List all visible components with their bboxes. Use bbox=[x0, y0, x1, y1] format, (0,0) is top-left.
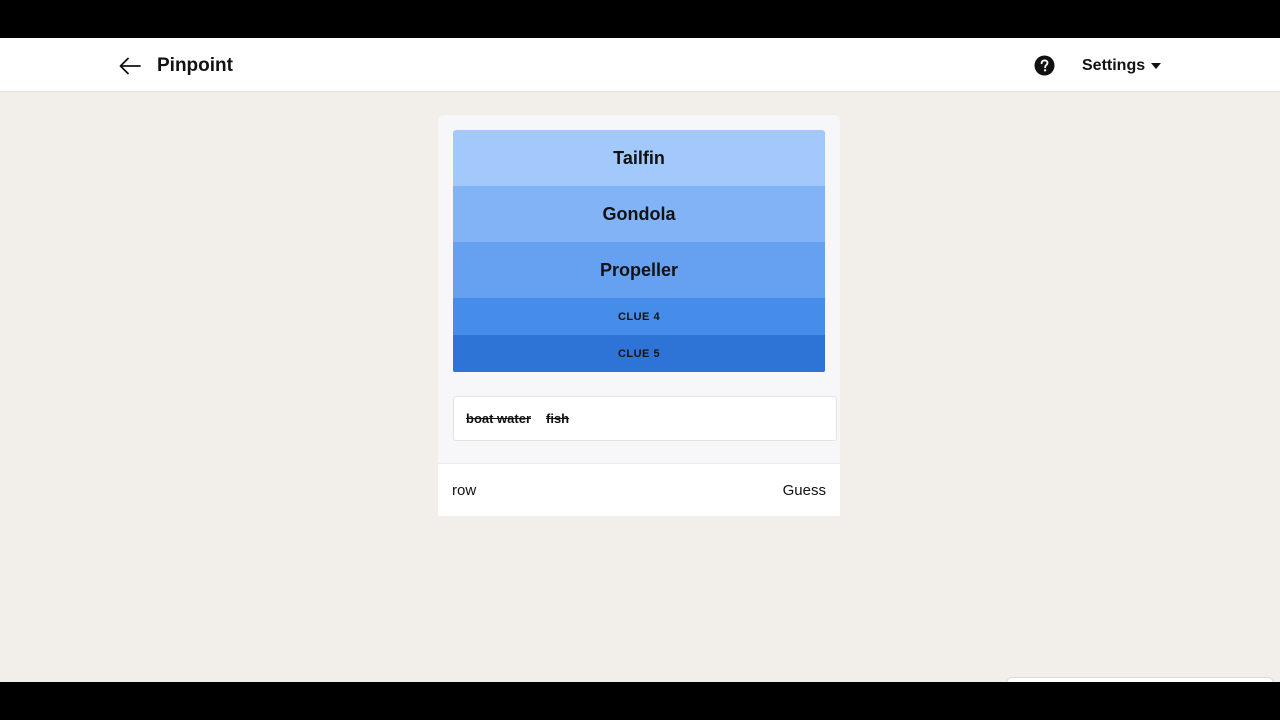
question-circle-icon bbox=[1034, 55, 1055, 76]
game-card: Tailfin Gondola Propeller CLUE 4 CLUE 5 … bbox=[438, 115, 840, 516]
top-bar: Pinpoint Settings bbox=[0, 38, 1280, 92]
page-title: Pinpoint bbox=[157, 55, 233, 76]
letterbox-bottom bbox=[0, 682, 1280, 720]
settings-dropdown[interactable]: Settings bbox=[1082, 55, 1162, 77]
wrong-guess: boat water bbox=[466, 411, 532, 426]
letterbox-top bbox=[0, 0, 1280, 38]
clue-4: CLUE 4 bbox=[453, 298, 825, 335]
clue-text: CLUE 5 bbox=[617, 347, 661, 360]
guess-button[interactable]: Guess bbox=[764, 476, 826, 504]
app-window: Pinpoint Settings Tailfin Gondola Propel… bbox=[0, 38, 1280, 682]
wrong-guess: fish bbox=[546, 411, 570, 426]
clue-1: Tailfin bbox=[453, 130, 825, 186]
guess-input-row: Guess bbox=[438, 463, 840, 516]
guess-history: boat water fish bbox=[453, 396, 837, 441]
settings-label: Settings bbox=[1082, 57, 1146, 74]
clue-3: Propeller bbox=[453, 242, 825, 298]
guess-input[interactable] bbox=[452, 476, 752, 504]
clue-2: Gondola bbox=[453, 186, 825, 242]
help-button[interactable] bbox=[1034, 55, 1055, 76]
clue-list: Tailfin Gondola Propeller CLUE 4 CLUE 5 bbox=[453, 130, 825, 373]
clue-text: Tailfin bbox=[613, 147, 665, 168]
clue-text: CLUE 4 bbox=[617, 310, 661, 323]
clue-text: Propeller bbox=[599, 259, 679, 280]
clue-5: CLUE 5 bbox=[453, 335, 825, 372]
caret-down-icon bbox=[1151, 63, 1162, 69]
clue-text: Gondola bbox=[602, 203, 676, 224]
back-button[interactable] bbox=[116, 52, 144, 80]
arrow-left-icon bbox=[119, 57, 141, 75]
